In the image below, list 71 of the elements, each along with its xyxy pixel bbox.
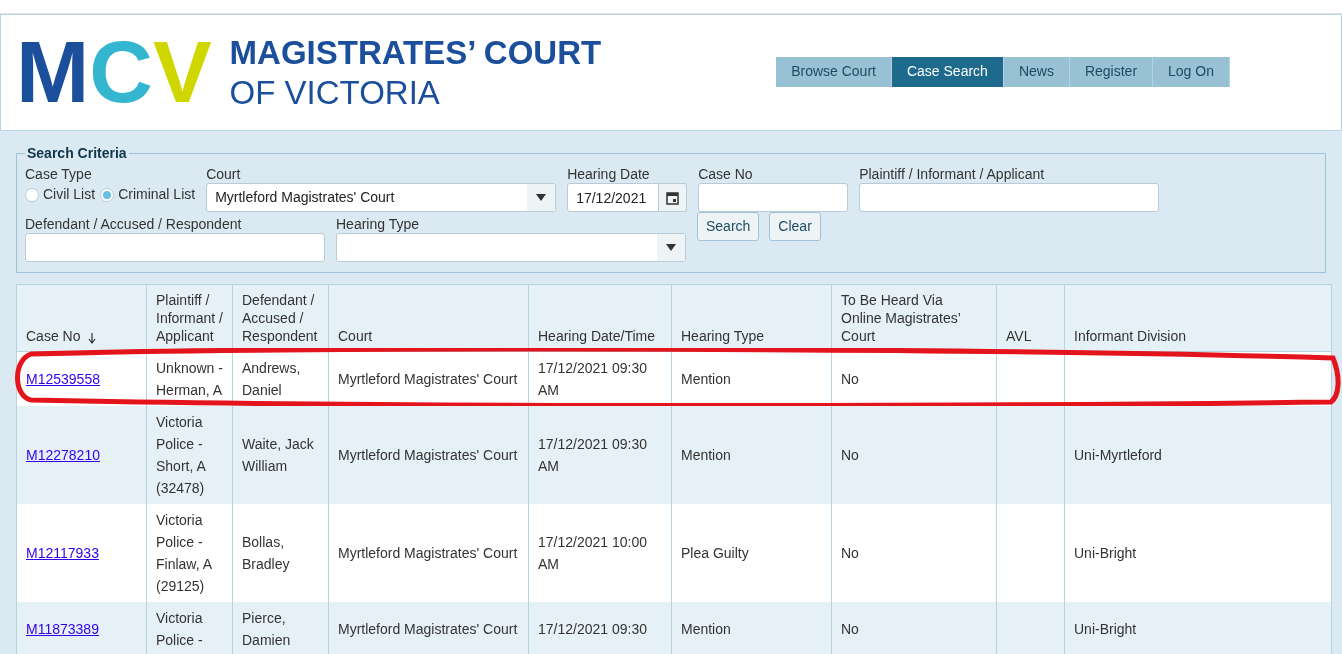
field-label: Hearing Date [567, 166, 651, 183]
logo-subtitle: OF VICTORIA [229, 72, 441, 113]
table-cell-text: 17/12/2021 10:00 AM [538, 533, 648, 574]
plaintiff-field[interactable] [859, 183, 1160, 212]
column-header[interactable]: Plaintiff / Informant / Applicant [156, 291, 223, 345]
table-cell-text: 17/12/2021 09:30 [538, 620, 647, 639]
column-header[interactable]: To Be Heard Via Online Magistrates’ Court [841, 291, 987, 345]
table-cell-text: Mention [681, 620, 731, 639]
field-label: Case No [698, 166, 754, 183]
table-cell-text: Andrews, Daniel [242, 359, 302, 400]
nav-tab[interactable]: Log On [1153, 56, 1230, 87]
radio-button[interactable] [25, 187, 39, 202]
case-link[interactable]: M12539558 [26, 368, 100, 390]
case-link[interactable]: M12278210 [26, 444, 100, 466]
table-cell-text: Waite, Jack William [242, 435, 315, 476]
nav-tab[interactable]: Register [1069, 56, 1154, 87]
table-cell-text: Myrtleford Magistrates' Court [338, 446, 518, 465]
table-cell-text: Bollas, Bradley [242, 533, 291, 574]
column-header[interactable]: Hearing Date/Time [538, 327, 655, 345]
table-cell-text: Unknown - Herman, A [156, 359, 223, 400]
panel-legend: Search Criteria [25, 143, 129, 164]
field-label: Court [206, 166, 242, 183]
hearing-type-select[interactable] [336, 233, 686, 262]
logo-mark: MCV [16, 24, 213, 121]
nav-tab[interactable]: Browse Court [776, 56, 892, 87]
column-header[interactable]: Informant Division [1074, 327, 1187, 345]
table-cell-text: Myrtleford Magistrates' Court [338, 544, 518, 563]
table-cell-text: No [841, 544, 859, 563]
table-cell-text: Uni-Bright [1074, 620, 1137, 639]
nav-tab[interactable]: News [1003, 56, 1070, 87]
table-cell-text: Pierce, Damien [242, 609, 292, 650]
form-button[interactable]: Clear [769, 212, 821, 241]
table-cell-text: Plea Guilty [681, 544, 749, 563]
defendant-field[interactable] [25, 233, 325, 262]
case-link[interactable]: M11873389 [26, 618, 99, 640]
field-label: Plaintiff / Informant / Applicant [859, 166, 1046, 183]
calendar-icon[interactable] [659, 183, 688, 212]
case-link[interactable]: M12117933 [26, 542, 99, 564]
field-label: Hearing Type [336, 216, 420, 233]
table-cell-text: Mention [681, 446, 731, 465]
form-button[interactable]: Search [697, 212, 760, 241]
court-select[interactable]: Myrtleford Magistrates' Court [206, 183, 557, 212]
logo-title: MAGISTRATES’ COURT [229, 32, 602, 73]
table-cell-text: No [841, 370, 859, 389]
radio-option[interactable]: Civil List [25, 184, 96, 205]
nav-tab[interactable]: Case Search [891, 56, 1004, 87]
table-cell-text: No [841, 446, 859, 465]
table-cell-text: Myrtleford Magistrates' Court [338, 620, 518, 639]
column-header[interactable]: Hearing Type [681, 327, 764, 345]
select-value: Myrtleford Magistrates' Court [214, 188, 396, 207]
column-header[interactable]: Case No [26, 327, 81, 345]
radio-option[interactable]: Criminal List [100, 184, 196, 205]
table-cell-text: Mention [681, 370, 731, 389]
field-label: Case Type [25, 166, 93, 183]
field-label: Defendant / Accused / Respondent [25, 216, 243, 233]
table-cell-text: Myrtleford Magistrates' Court [338, 370, 518, 389]
column-header[interactable]: AVL [1006, 327, 1032, 345]
radio-button[interactable] [100, 187, 115, 202]
date-field[interactable]: 17/12/2021 [567, 183, 660, 212]
table-cell-text: Uni-Bright [1074, 544, 1137, 563]
table-cell-text: No [841, 620, 859, 639]
table-cell-text: Victoria Police - Short, A (32478) [156, 413, 207, 498]
column-header[interactable]: Defendant / Accused / Respondent [242, 291, 319, 345]
table-cell-text: Victoria Police - Finlaw, A (29125) [156, 511, 213, 596]
case-no-field[interactable] [698, 183, 849, 212]
table-cell-text: Victoria Police - [156, 609, 204, 650]
table-cell-text: Uni-Myrtleford [1074, 446, 1162, 465]
column-header[interactable]: Court [338, 327, 373, 345]
table-cell-text: 17/12/2021 09:30 AM [538, 359, 648, 400]
sort-arrow-icon [88, 333, 97, 344]
table-cell-text: 17/12/2021 09:30 AM [538, 435, 648, 476]
